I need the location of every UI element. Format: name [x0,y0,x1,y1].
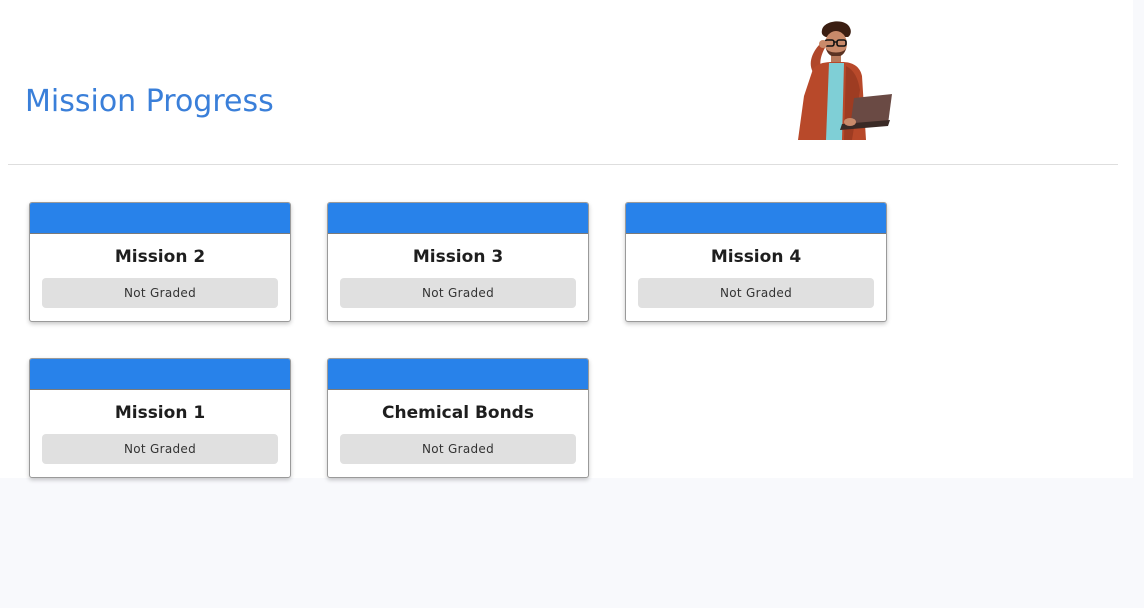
card-header-bar [328,203,588,234]
main-page: Mission Progress Mission 2 Not Graded Mi… [0,0,1133,478]
header-divider [8,164,1118,165]
card-header-bar [328,359,588,390]
mission-card[interactable]: Chemical Bonds Not Graded [327,358,589,478]
grade-status-badge: Not Graded [42,278,278,308]
card-header-bar [626,203,886,234]
mission-card[interactable]: Mission 2 Not Graded [29,202,291,322]
grade-status-badge: Not Graded [340,434,576,464]
card-header-bar [30,203,290,234]
mission-card[interactable]: Mission 1 Not Graded [29,358,291,478]
grade-status-badge: Not Graded [340,278,576,308]
mission-title: Mission 1 [114,403,206,423]
mission-title: Mission 3 [412,247,504,267]
grade-status-badge: Not Graded [42,434,278,464]
mission-title: Mission 4 [710,247,802,267]
page-header: Mission Progress [0,0,1133,165]
page-title: Mission Progress [25,84,274,119]
grade-status-badge: Not Graded [638,278,874,308]
mission-title: Mission 2 [114,247,206,267]
card-header-bar [30,359,290,390]
student-illustration [798,21,892,140]
mission-card[interactable]: Mission 3 Not Graded [327,202,589,322]
mission-title: Chemical Bonds [382,403,534,423]
mission-card[interactable]: Mission 4 Not Graded [625,202,887,322]
